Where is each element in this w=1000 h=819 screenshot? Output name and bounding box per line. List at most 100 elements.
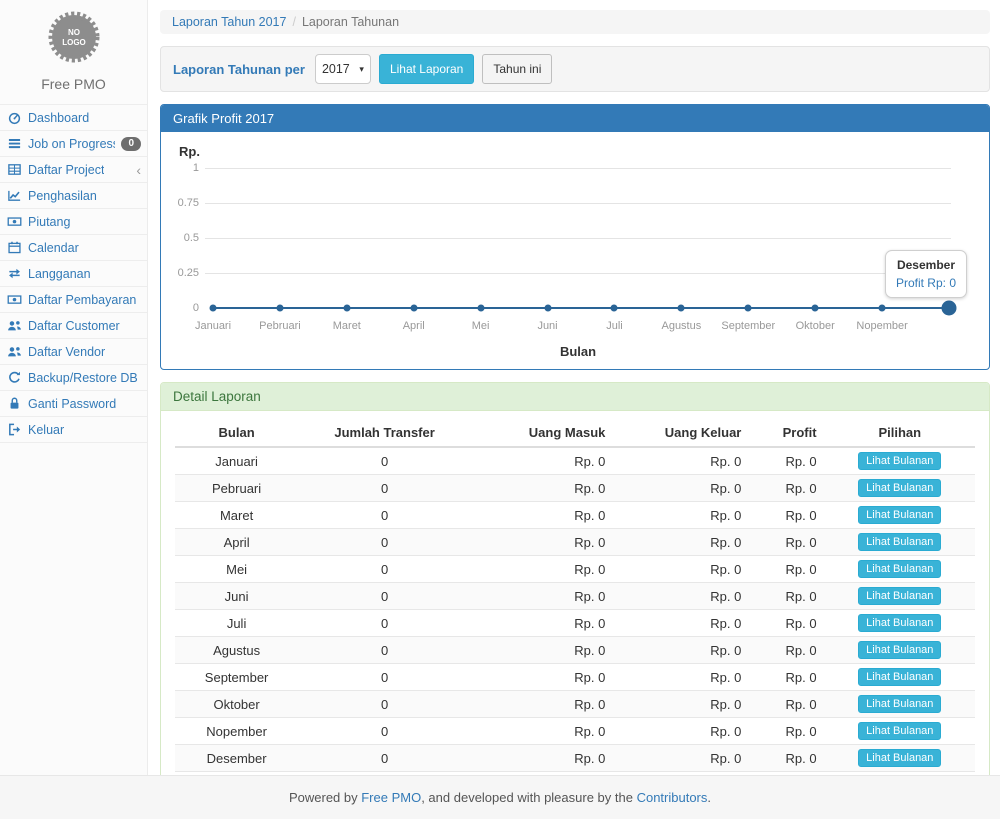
cell-jumlah: 0 [298,745,471,772]
report-filter-bar: Laporan Tahunan per 2017 ▾ Lihat Laporan… [160,46,990,92]
chart-point-juni[interactable] [544,305,551,312]
chart-point-oktober[interactable] [812,305,819,312]
lihat-bulanan-button[interactable]: Lihat Bulanan [858,614,941,632]
sidebar-item-penghasilan[interactable]: Penghasilan [0,183,147,209]
cell-profit: Rp. 0 [749,447,824,475]
chart-panel-title: Grafik Profit 2017 [161,105,989,132]
x-tick-label: Nopember [856,320,907,332]
lihat-bulanan-button[interactable]: Lihat Bulanan [858,587,941,605]
x-tick-label: Januari [195,320,231,332]
x-axis-title: Bulan [205,344,951,359]
lihat-bulanan-button[interactable]: Lihat Bulanan [858,452,941,470]
x-tick-label: Pebruari [259,320,301,332]
cell-keluar: Rp. 0 [613,583,749,610]
detail-panel-title: Detail Laporan [161,383,989,411]
sidebar-item-label: Penghasilan [28,189,97,203]
footer: Powered by Free PMO, and developed with … [0,775,1000,819]
cell-profit: Rp. 0 [749,718,824,745]
lihat-bulanan-button[interactable]: Lihat Bulanan [858,641,941,659]
y-axis-label: Rp. [179,144,979,162]
column-header: Pilihan [825,419,975,447]
table-row: Oktober0Rp. 0Rp. 0Rp. 0Lihat Bulanan [175,691,975,718]
table-row: Januari0Rp. 0Rp. 0Rp. 0Lihat Bulanan [175,447,975,475]
tasks-icon [7,136,22,151]
sidebar-item-langganan[interactable]: Langganan [0,261,147,287]
chart-panel: Grafik Profit 2017 Rp. Desember Profit R… [160,104,990,370]
chart-point-september[interactable] [745,305,752,312]
cell-keluar: Rp. 0 [613,556,749,583]
sidebar-item-label: Job on Progress [28,137,115,151]
brand-name: Free PMO [0,76,147,92]
sidebar-item-daftar-vendor[interactable]: Daftar Vendor [0,339,147,365]
cell-profit: Rp. 0 [749,610,824,637]
breadcrumb-link[interactable]: Laporan Tahun 2017 [172,15,286,29]
sidebar-item-daftar-project[interactable]: Daftar Project‹ [0,157,147,183]
free-pmo-link[interactable]: Free PMO [361,790,421,805]
refresh-icon [7,370,22,385]
cell-profit: Rp. 0 [749,745,824,772]
cell-pilihan: Lihat Bulanan [825,745,975,772]
users-icon [7,318,22,333]
tooltip-title: Desember [896,256,956,274]
table-row: Mei0Rp. 0Rp. 0Rp. 0Lihat Bulanan [175,556,975,583]
lihat-bulanan-button[interactable]: Lihat Bulanan [858,695,941,713]
sidebar-item-piutang[interactable]: Piutang [0,209,147,235]
chart-point-pebruari[interactable] [276,305,283,312]
cell-bulan: Desember [175,745,298,772]
gridline [205,168,951,169]
lihat-bulanan-button[interactable]: Lihat Bulanan [858,533,941,551]
chart-point-agustus[interactable] [678,305,685,312]
filter-label: Laporan Tahunan per [173,62,305,77]
chart-point-desember[interactable] [942,301,957,316]
cell-keluar: Rp. 0 [613,529,749,556]
sidebar-item-dashboard[interactable]: Dashboard [0,105,147,131]
y-tick-label: 0 [167,301,199,315]
year-select[interactable]: 2017 ▾ [315,54,371,84]
table-row: Desember0Rp. 0Rp. 0Rp. 0Lihat Bulanan [175,745,975,772]
main-content: Laporan Tahun 2017/Laporan Tahunan Lapor… [148,0,1000,775]
cell-keluar: Rp. 0 [613,691,749,718]
cell-keluar: Rp. 0 [613,610,749,637]
x-tick-label: Juni [537,320,557,332]
lihat-bulanan-button[interactable]: Lihat Bulanan [858,722,941,740]
chart-point-nopember[interactable] [879,305,886,312]
sidebar-item-job-on-progress[interactable]: Job on Progress0 [0,131,147,157]
chart-point-januari[interactable] [210,305,217,312]
sidebar-item-backup-restore-db[interactable]: Backup/Restore DB [0,365,147,391]
chart-point-april[interactable] [410,305,417,312]
sidebar-menu: DashboardJob on Progress0Daftar Project‹… [0,104,147,443]
y-tick-label: 0.25 [167,266,199,280]
cell-keluar: Rp. 0 [613,475,749,502]
detail-panel: Detail Laporan BulanJumlah TransferUang … [160,382,990,775]
sidebar-item-daftar-pembayaran[interactable]: Daftar Pembayaran [0,287,147,313]
sidebar-item-label: Daftar Project [28,163,104,177]
chart-point-juli[interactable] [611,305,618,312]
lihat-bulanan-button[interactable]: Lihat Bulanan [858,560,941,578]
lihat-laporan-button[interactable]: Lihat Laporan [379,54,474,84]
lihat-bulanan-button[interactable]: Lihat Bulanan [858,668,941,686]
cell-profit: Rp. 0 [749,502,824,529]
lihat-bulanan-button[interactable]: Lihat Bulanan [858,479,941,497]
calendar-icon [7,240,22,255]
cell-profit: Rp. 0 [749,475,824,502]
cell-keluar: Rp. 0 [613,637,749,664]
sidebar-item-ganti-password[interactable]: Ganti Password [0,391,147,417]
cell-pilihan: Lihat Bulanan [825,664,975,691]
tahun-ini-button[interactable]: Tahun ini [482,54,552,84]
sidebar-item-calendar[interactable]: Calendar [0,235,147,261]
tooltip-value: Profit Rp: 0 [896,274,956,292]
chart-point-maret[interactable] [343,305,350,312]
cell-masuk: Rp. 0 [471,664,613,691]
cell-pilihan: Lihat Bulanan [825,556,975,583]
lihat-bulanan-button[interactable]: Lihat Bulanan [858,506,941,524]
chart-point-mei[interactable] [477,305,484,312]
contributors-link[interactable]: Contributors [637,790,708,805]
cell-pilihan: Lihat Bulanan [825,529,975,556]
cell-pilihan: Lihat Bulanan [825,637,975,664]
sidebar-item-daftar-customer[interactable]: Daftar Customer [0,313,147,339]
cell-profit: Rp. 0 [749,691,824,718]
sidebar-item-keluar[interactable]: Keluar [0,417,147,443]
cell-profit: Rp. 0 [749,664,824,691]
column-header: Uang Masuk [471,419,613,447]
lihat-bulanan-button[interactable]: Lihat Bulanan [858,749,941,767]
